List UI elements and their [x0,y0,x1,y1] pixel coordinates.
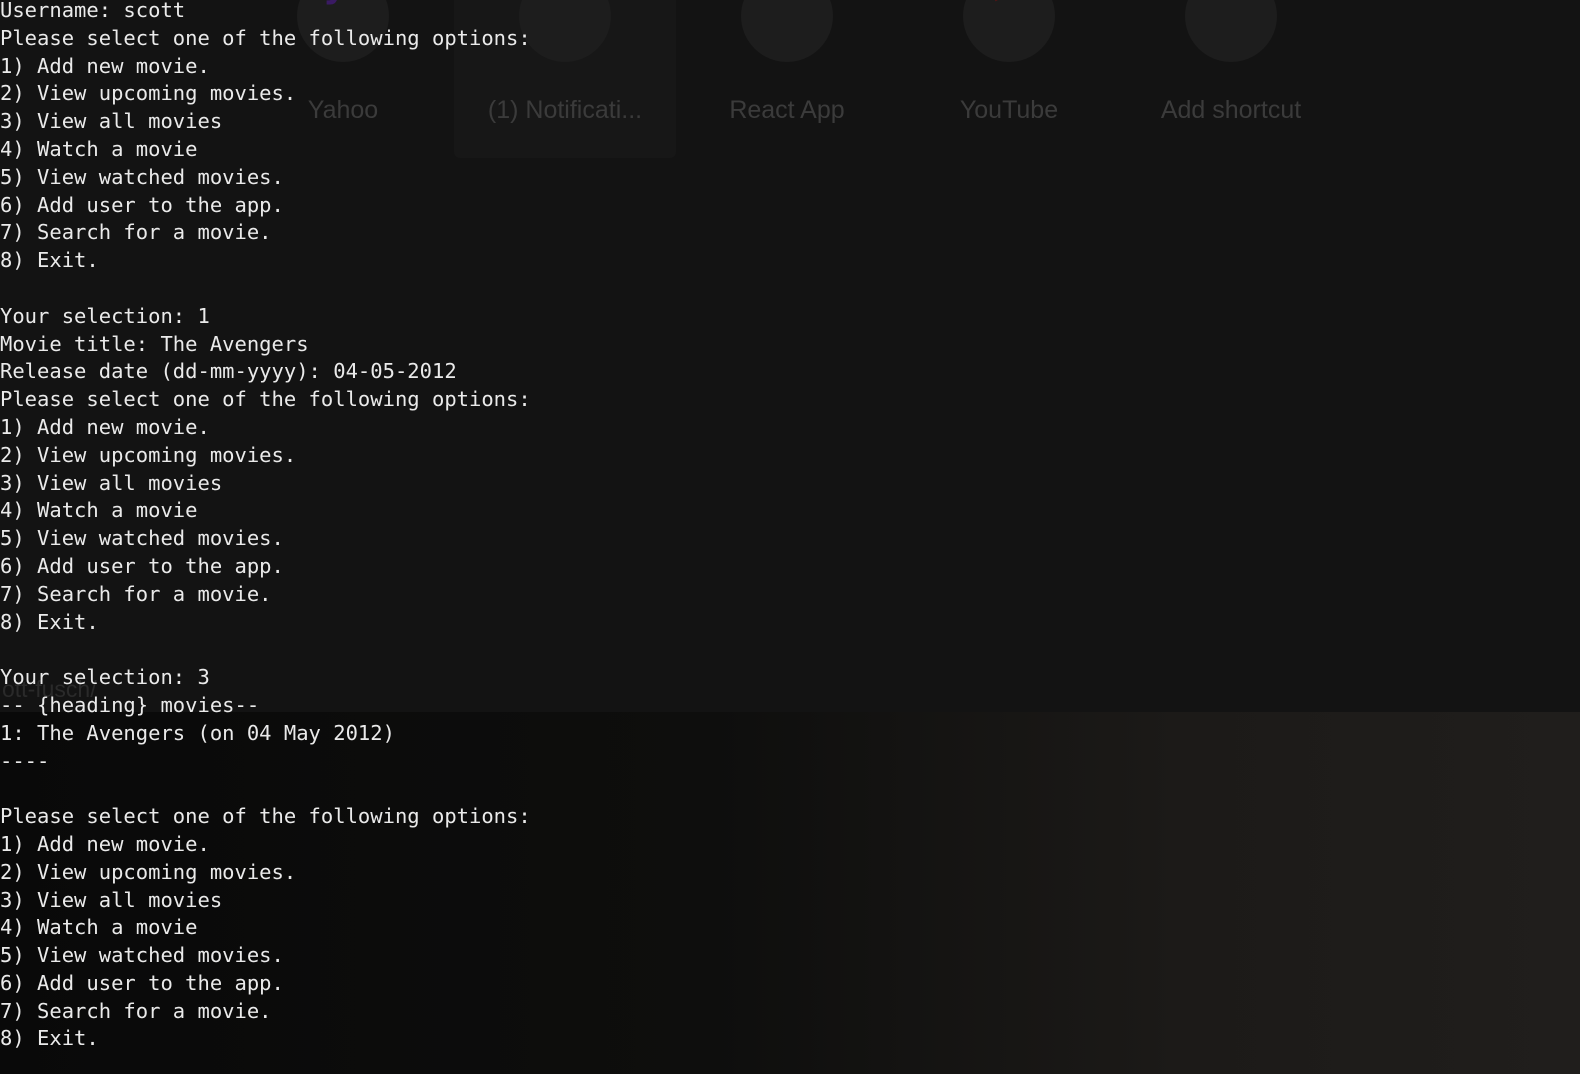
terminal-line: 3) View all movies [0,109,223,134]
terminal-line: 1) Add new movie. [0,53,210,78]
terminal-line: Your selection: 1 [0,303,210,328]
terminal-line: -- {heading} movies-- [0,692,260,717]
shortcut-label: Add shortcut [1160,96,1302,124]
terminal-line: 6) Add user to the app. [0,553,284,578]
linkedin-icon: in [519,0,611,8]
shortcut-tile: in [519,0,611,62]
youtube-icon: ▶ [963,0,1055,8]
terminal-line: 4) Watch a movie [0,915,198,940]
terminal-line: Please select one of the following optio… [0,387,531,412]
terminal-line: 7) Search for a movie. [0,220,272,245]
terminal-line: 5) View watched movies. [0,526,284,551]
terminal-line: 1) Add new movie. [0,831,210,856]
shortcut-tile: ⚛ [741,0,833,62]
terminal-line: Please select one of the following optio… [0,25,531,50]
terminal-line: 2) View upcoming movies. [0,81,297,106]
terminal-line: 7) Search for a movie. [0,998,272,1023]
shortcut-label: React App [729,96,845,124]
terminal-line: Please select one of the following optio… [0,804,531,829]
terminal-line: 4) Watch a movie [0,136,198,161]
shortcut-react[interactable]: ⚛ React App [676,0,898,158]
shortcut-youtube[interactable]: ▶ YouTube [898,0,1120,158]
terminal-line: 5) View watched movies. [0,943,284,968]
shortcut-tile: ▶ [963,0,1055,62]
terminal-line: 4) Watch a movie [0,498,198,523]
terminal-line: 6) Add user to the app. [0,192,284,217]
terminal-line: Movie title: The Avengers [0,331,309,356]
terminal-line: Release date (dd-mm-yyyy): 04-05-2012 [0,359,457,384]
react-icon: ⚛ [741,0,833,8]
terminal-line: 8) Exit. [0,248,99,273]
shortcut-tile: + [1185,0,1277,62]
screen: y!Yahooin(1) Notificati...⚛React App▶You… [0,0,1580,1074]
terminal-line: 3) View all movies [0,470,223,495]
terminal-line: 2) View upcoming movies. [0,442,297,467]
terminal-line: 8) Exit. [0,1026,99,1051]
terminal-line: Your selection: 3 [0,665,210,690]
plus-icon: + [1185,0,1277,8]
terminal-line: 6) Add user to the app. [0,970,284,995]
terminal-line: 3) View all movies [0,887,223,912]
terminal-line: 1: The Avengers (on 04 May 2012) [0,720,395,745]
terminal-line: 7) Search for a movie. [0,581,272,606]
terminal-line: 1) Add new movie. [0,414,210,439]
shortcut-plus[interactable]: + Add shortcut [1120,0,1342,158]
terminal-line: 5) View watched movies. [0,164,284,189]
terminal-output[interactable]: Username: scott Please select one of the … [0,0,531,1053]
terminal-line: Username: scott [0,0,186,22]
terminal-line: 8) Exit. [0,609,99,634]
shortcut-label: YouTube [959,96,1059,124]
terminal-line: 2) View upcoming movies. [0,859,297,884]
terminal-line: ---- [0,748,50,773]
